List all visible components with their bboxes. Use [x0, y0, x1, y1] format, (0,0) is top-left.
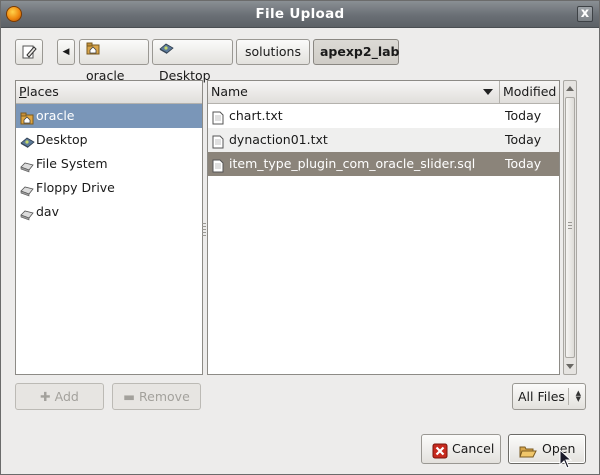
file-name: item_type_plugin_com_oracle_slider.sql	[229, 156, 476, 171]
places-header[interactable]: Places	[16, 81, 202, 104]
cancel-x-icon	[432, 441, 448, 469]
file-name: dynaction01.txt	[229, 132, 328, 147]
scroll-up-icon[interactable]	[566, 86, 574, 91]
sidebar-item-floppy-drive[interactable]: Floppy Drive	[16, 176, 202, 200]
text-file-icon	[212, 157, 224, 181]
title-bar: File Upload x	[1, 1, 599, 28]
sidebar-item-label: oracle	[36, 108, 75, 123]
pencil-icon	[22, 45, 37, 59]
remove-bookmark-button[interactable]: ▬ Remove	[112, 383, 201, 410]
sidebar-item-label: Desktop	[36, 132, 88, 147]
column-header-name[interactable]: Name	[208, 81, 500, 104]
cancel-button-label: Cancel	[452, 441, 495, 456]
sidebar-item-label: Floppy Drive	[36, 180, 115, 195]
places-header-mnemonic: P	[19, 84, 27, 99]
path-crumb-apexp2-lab[interactable]: apexp2_lab	[313, 39, 400, 65]
filter-value: All Files	[518, 389, 565, 404]
sidebar-item-dav[interactable]: dav	[16, 200, 202, 224]
file-row-chart-txt[interactable]: chart.txt Today	[208, 104, 559, 128]
scroll-down-icon[interactable]	[566, 364, 574, 369]
sidebar-item-label: File System	[36, 156, 108, 171]
add-button-label: Add	[54, 389, 79, 404]
file-modified: Today	[505, 156, 542, 171]
column-header-label: Modified	[503, 84, 557, 99]
scrollbar-thumb[interactable]	[565, 97, 575, 358]
file-list: Name Modified chart.txt Today dynaction0…	[207, 80, 560, 375]
file-list-scrollbar[interactable]	[563, 80, 577, 375]
path-back-button[interactable]: ◀	[57, 39, 75, 65]
drive-icon	[20, 205, 34, 229]
mouse-cursor-icon	[559, 449, 573, 469]
file-row-item-type-plugin-sql[interactable]: item_type_plugin_com_oracle_slider.sql T…	[208, 152, 559, 176]
path-crumb-oracle[interactable]: oracle	[79, 39, 149, 83]
type-location-button[interactable]	[15, 39, 43, 65]
minus-icon: ▬	[123, 389, 136, 404]
remove-button-label: Remove	[139, 389, 190, 404]
dialog-title: File Upload	[255, 6, 345, 22]
cancel-button[interactable]: Cancel	[421, 434, 501, 464]
filter-separator	[568, 388, 569, 405]
path-crumb-label: solutions	[244, 44, 301, 59]
file-modified: Today	[505, 132, 542, 147]
pane-resize-handle[interactable]	[202, 223, 206, 237]
file-upload-dialog: File Upload x ◀ oracle Desktop solutions…	[0, 0, 600, 475]
path-crumb-solutions[interactable]: solutions	[236, 39, 310, 65]
open-folder-icon	[519, 441, 537, 469]
scrollbar-grip	[568, 222, 572, 230]
desktop-icon	[159, 39, 174, 63]
places-panel: Places oracle Desktop File System Floppy…	[15, 80, 203, 375]
sidebar-item-desktop[interactable]: Desktop	[16, 128, 202, 152]
plus-icon: ✚	[40, 389, 51, 404]
home-folder-icon	[86, 39, 100, 63]
sort-descending-icon	[483, 89, 493, 95]
open-button[interactable]: Open	[508, 434, 586, 464]
file-type-filter-select[interactable]: All Files ▲ ▼	[512, 383, 586, 410]
updown-arrows-icon: ▲ ▼	[575, 389, 581, 403]
path-crumb-desktop[interactable]: Desktop	[152, 39, 233, 83]
sidebar-item-label: dav	[36, 204, 59, 219]
path-crumb-label: apexp2_lab	[320, 44, 400, 59]
file-name: chart.txt	[229, 108, 283, 123]
sidebar-item-oracle[interactable]: oracle	[16, 104, 202, 128]
add-bookmark-button[interactable]: ✚ Add	[15, 383, 104, 410]
places-header-rest: laces	[26, 84, 59, 99]
close-button[interactable]: x	[577, 6, 593, 22]
file-row-dynaction01-txt[interactable]: dynaction01.txt Today	[208, 128, 559, 152]
file-modified: Today	[505, 108, 542, 123]
sidebar-item-file-system[interactable]: File System	[16, 152, 202, 176]
column-header-label: Name	[211, 84, 248, 99]
column-header-modified[interactable]: Modified	[500, 81, 559, 104]
